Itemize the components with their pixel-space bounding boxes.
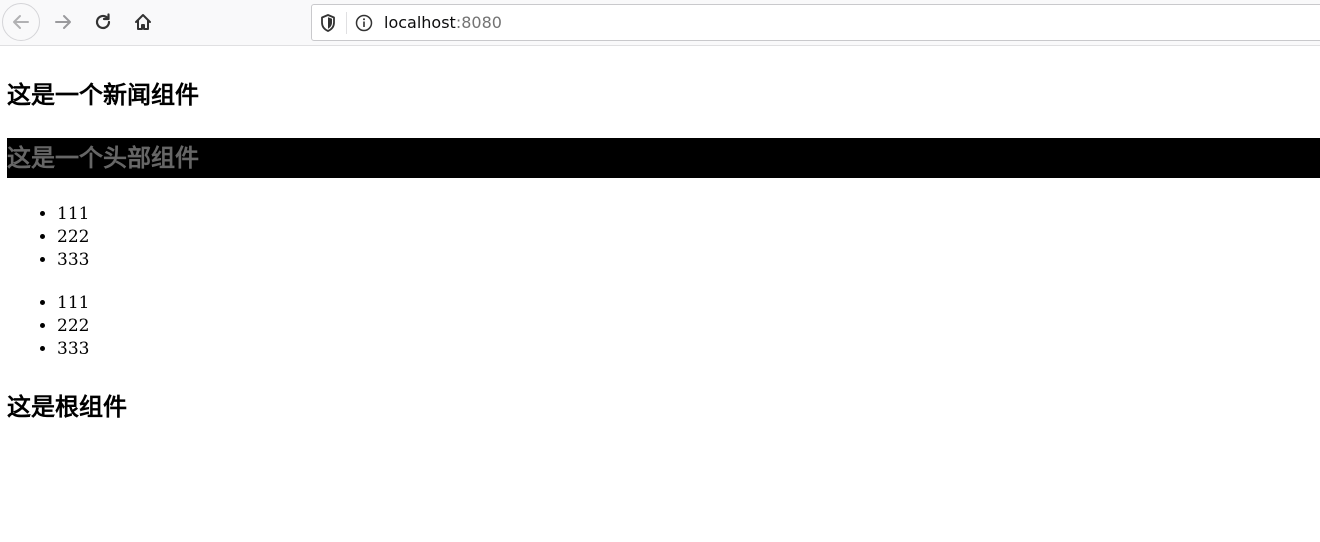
list-item: 222 [57, 315, 89, 338]
page-content: 这是一个新闻组件 这是一个头部组件 111 222 333 111 222 33… [0, 47, 1320, 542]
url-host: localhost [384, 13, 456, 32]
back-button[interactable] [2, 3, 40, 41]
header-component-title: 这是一个头部组件 [7, 144, 199, 172]
browser-toolbar: localhost:8080 [0, 0, 1320, 46]
url-port: :8080 [455, 13, 502, 32]
list-one: 111 222 333 [7, 203, 89, 272]
list-item: 111 [57, 292, 89, 315]
header-component: 这是一个头部组件 [7, 138, 1320, 178]
list-item: 333 [57, 249, 89, 272]
home-icon [133, 12, 153, 32]
home-button[interactable] [124, 3, 162, 41]
list-item: 222 [57, 226, 89, 249]
list-two: 111 222 333 [7, 292, 89, 361]
reload-icon [93, 12, 113, 32]
news-component-title: 这是一个新闻组件 [7, 81, 199, 109]
forward-button[interactable] [44, 3, 82, 41]
address-bar[interactable]: localhost:8080 [311, 4, 1320, 41]
url-text[interactable]: localhost:8080 [384, 13, 502, 33]
list-item: 333 [57, 338, 89, 361]
arrow-left-icon [11, 12, 31, 32]
list-item: 111 [57, 203, 89, 226]
shield-icon[interactable] [319, 13, 337, 38]
reload-button[interactable] [84, 3, 122, 41]
info-icon[interactable] [355, 14, 373, 37]
address-bar-divider [346, 12, 347, 34]
arrow-right-icon [53, 12, 73, 32]
root-component-title: 这是根组件 [7, 393, 127, 421]
